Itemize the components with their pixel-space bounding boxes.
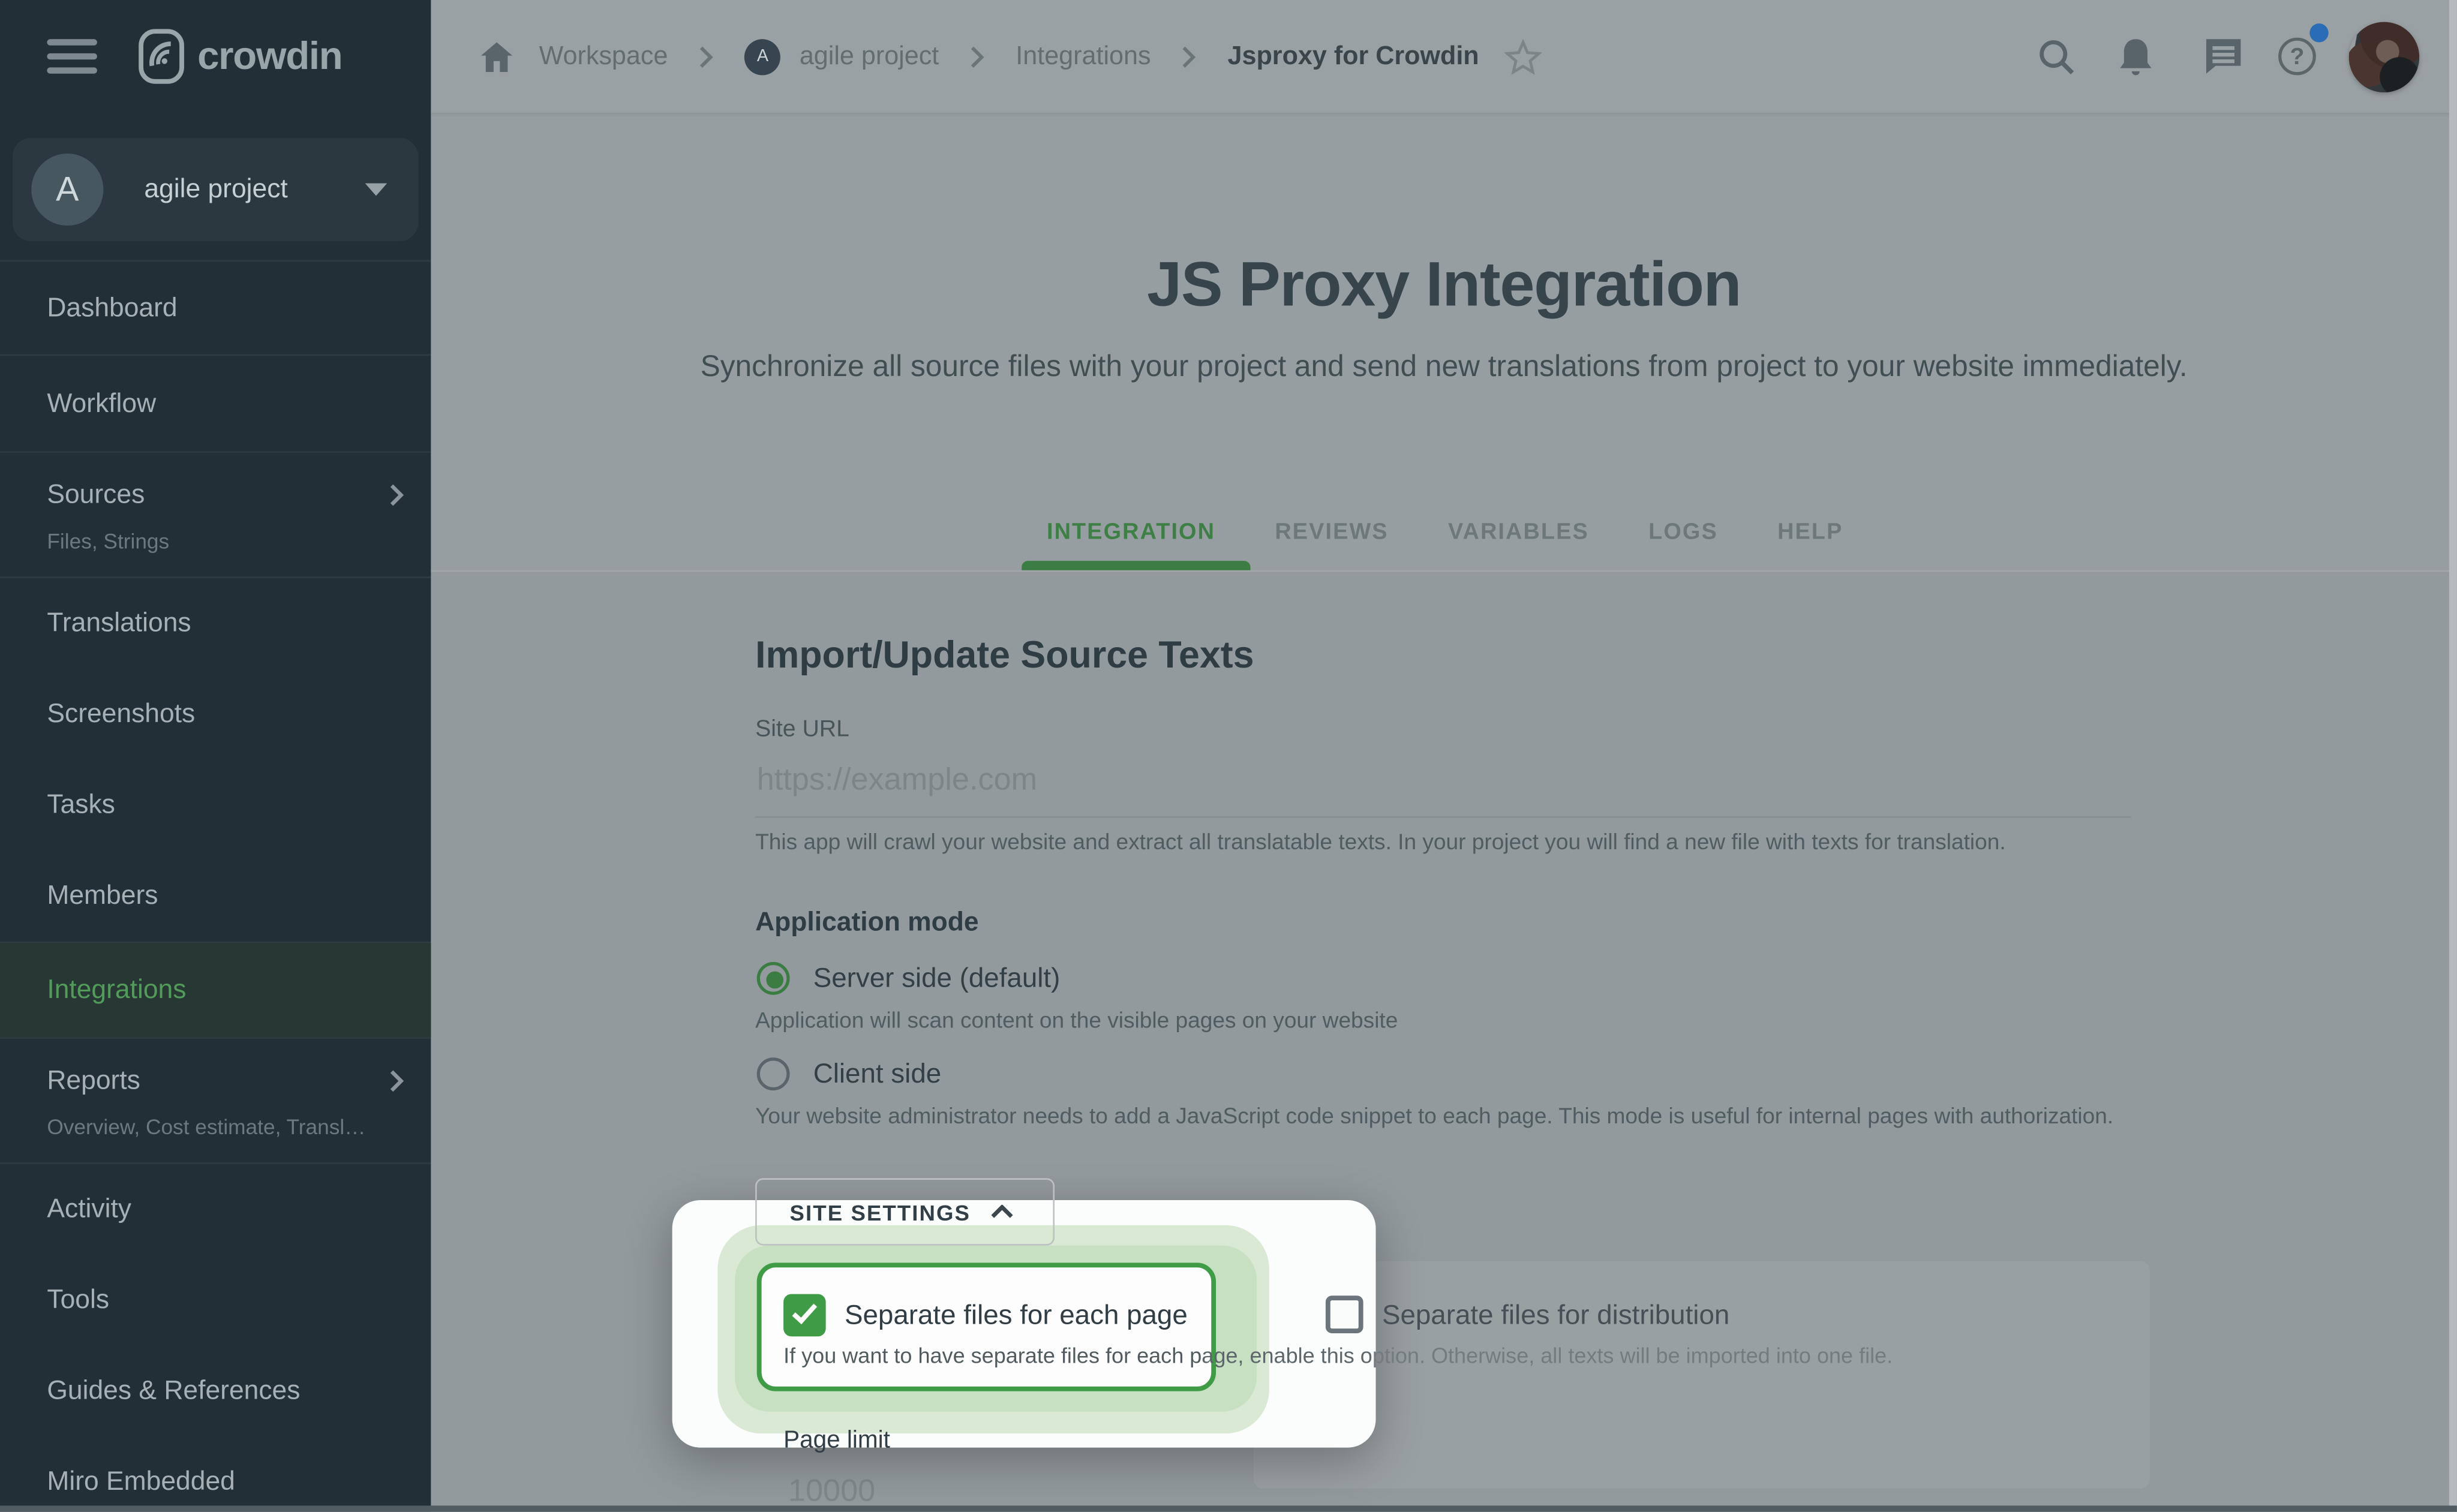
breadcrumb-integrations[interactable]: Integrations [1016, 41, 1151, 71]
section-title: Import/Update Source Texts [755, 634, 1254, 677]
site-url-input[interactable] [756, 763, 2133, 799]
chevron-right-icon [699, 44, 714, 68]
sidebar-item-screenshots[interactable]: Screenshots [0, 669, 431, 760]
crowdin-logo-icon [138, 28, 185, 85]
messages-icon[interactable] [2203, 0, 2244, 113]
tab-variables[interactable]: VARIABLES [1448, 504, 1589, 561]
client-side-helper: Your website administrator needs to add … [755, 1104, 2114, 1130]
project-avatar-small: A [744, 38, 781, 75]
scrollbar[interactable] [2449, 0, 2457, 1507]
checkbox-description: If you want to have separate files for e… [783, 1344, 1893, 1368]
sidebar-item-dashboard[interactable]: Dashboard [0, 261, 431, 354]
page-limit-label: Page limit [783, 1427, 890, 1454]
chevron-right-icon [389, 483, 404, 508]
checkbox-separate-files-each-page[interactable]: Separate files for each page [783, 1294, 1188, 1337]
active-tab-indicator [1022, 561, 1251, 570]
radio-client-side[interactable]: Client side [756, 1057, 941, 1091]
notifications-bell-icon[interactable] [2117, 0, 2155, 113]
crowdin-logo[interactable]: crowdin [138, 28, 343, 85]
radio-selected-icon [756, 961, 790, 995]
chevron-right-icon [971, 44, 985, 68]
page-title: JS Proxy Integration [1147, 250, 1741, 320]
search-icon[interactable] [2037, 0, 2076, 113]
page-header: JS Proxy Integration Synchronize all sou… [431, 113, 2457, 572]
sidebar-item-guides-references[interactable]: Guides & References [0, 1346, 431, 1437]
sidebar: crowdin A agile project Dashboard Workfl… [0, 0, 431, 1512]
sidebar-item-reports[interactable]: Reports Overview, Cost estimate, Transl… [0, 1039, 431, 1162]
application-mode-label: Application mode [755, 907, 979, 937]
project-selector[interactable]: A agile project [12, 137, 419, 242]
page-limit-input[interactable] [788, 1474, 977, 1511]
notification-dot [2309, 23, 2329, 43]
radio-server-side[interactable]: Server side (default) [756, 961, 1060, 995]
sidebar-item-activity[interactable]: Activity [0, 1164, 431, 1255]
tab-bar: INTEGRATION REVIEWS VARIABLES LOGS HELP [1047, 504, 1843, 561]
breadcrumb: Workspace A agile project Integrations J… [480, 0, 1542, 113]
site-url-helper: This app will crawl your website and ext… [755, 830, 2006, 856]
radio-unselected-icon [756, 1057, 790, 1091]
crowdin-app-window: crowdin A agile project Dashboard Workfl… [0, 0, 2457, 1512]
sidebar-item-members[interactable]: Members [0, 850, 431, 942]
checkbox-checked-icon [783, 1294, 826, 1337]
page-subtitle: Synchronize all source files with your p… [700, 351, 2188, 384]
tab-help[interactable]: HELP [1777, 504, 1843, 561]
chevron-right-icon [1182, 44, 1197, 68]
favorite-star-icon[interactable] [1504, 38, 1542, 74]
project-name: agile project [144, 173, 288, 204]
user-avatar[interactable] [2348, 0, 2420, 113]
sidebar-item-integrations[interactable]: Integrations [0, 943, 431, 1038]
tab-logs[interactable]: LOGS [1648, 504, 1718, 561]
chevron-right-icon [389, 1069, 404, 1094]
sidebar-item-miro-embedded[interactable]: Miro Embedded [0, 1436, 431, 1511]
site-url-label: Site URL [755, 716, 849, 743]
checkbox-separate-files-distribution[interactable]: Separate files for distribution [1325, 1295, 1729, 1333]
sidebar-item-workflow[interactable]: Workflow [0, 356, 431, 451]
breadcrumb-project[interactable]: A agile project [744, 38, 939, 75]
chevron-up-icon [992, 1204, 1014, 1218]
project-avatar: A [31, 153, 104, 226]
sidebar-nav: Dashboard Workflow Sources Files, String… [0, 260, 431, 1512]
hamburger-menu-icon[interactable] [47, 31, 97, 82]
tab-integration[interactable]: INTEGRATION [1047, 504, 1215, 561]
site-settings-toggle-button[interactable]: SITE SETTINGS [755, 1178, 1055, 1246]
sidebar-item-tasks[interactable]: Tasks [0, 760, 431, 851]
home-icon[interactable] [480, 41, 513, 71]
sidebar-sublabel-sources: Files, Strings [47, 528, 170, 552]
crowdin-logo-text: crowdin [197, 34, 343, 78]
breadcrumb-current-page: Jsproxy for Crowdin [1227, 41, 1479, 70]
top-bar: Workspace A agile project Integrations J… [431, 0, 2457, 113]
sidebar-item-translations[interactable]: Translations [0, 578, 431, 669]
window-bottom-edge [0, 1505, 2457, 1512]
checkbox-unchecked-icon [1325, 1295, 1363, 1333]
site-url-underline [755, 816, 2131, 818]
breadcrumb-workspace[interactable]: Workspace [539, 41, 668, 71]
sidebar-item-tools[interactable]: Tools [0, 1255, 431, 1346]
sidebar-sublabel-reports: Overview, Cost estimate, Transl… [47, 1114, 366, 1138]
sidebar-item-sources[interactable]: Sources Files, Strings [0, 453, 431, 576]
server-side-helper: Application will scan content on the vis… [755, 1009, 1398, 1035]
caret-down-icon [365, 183, 388, 196]
tab-reviews[interactable]: REVIEWS [1275, 504, 1388, 561]
